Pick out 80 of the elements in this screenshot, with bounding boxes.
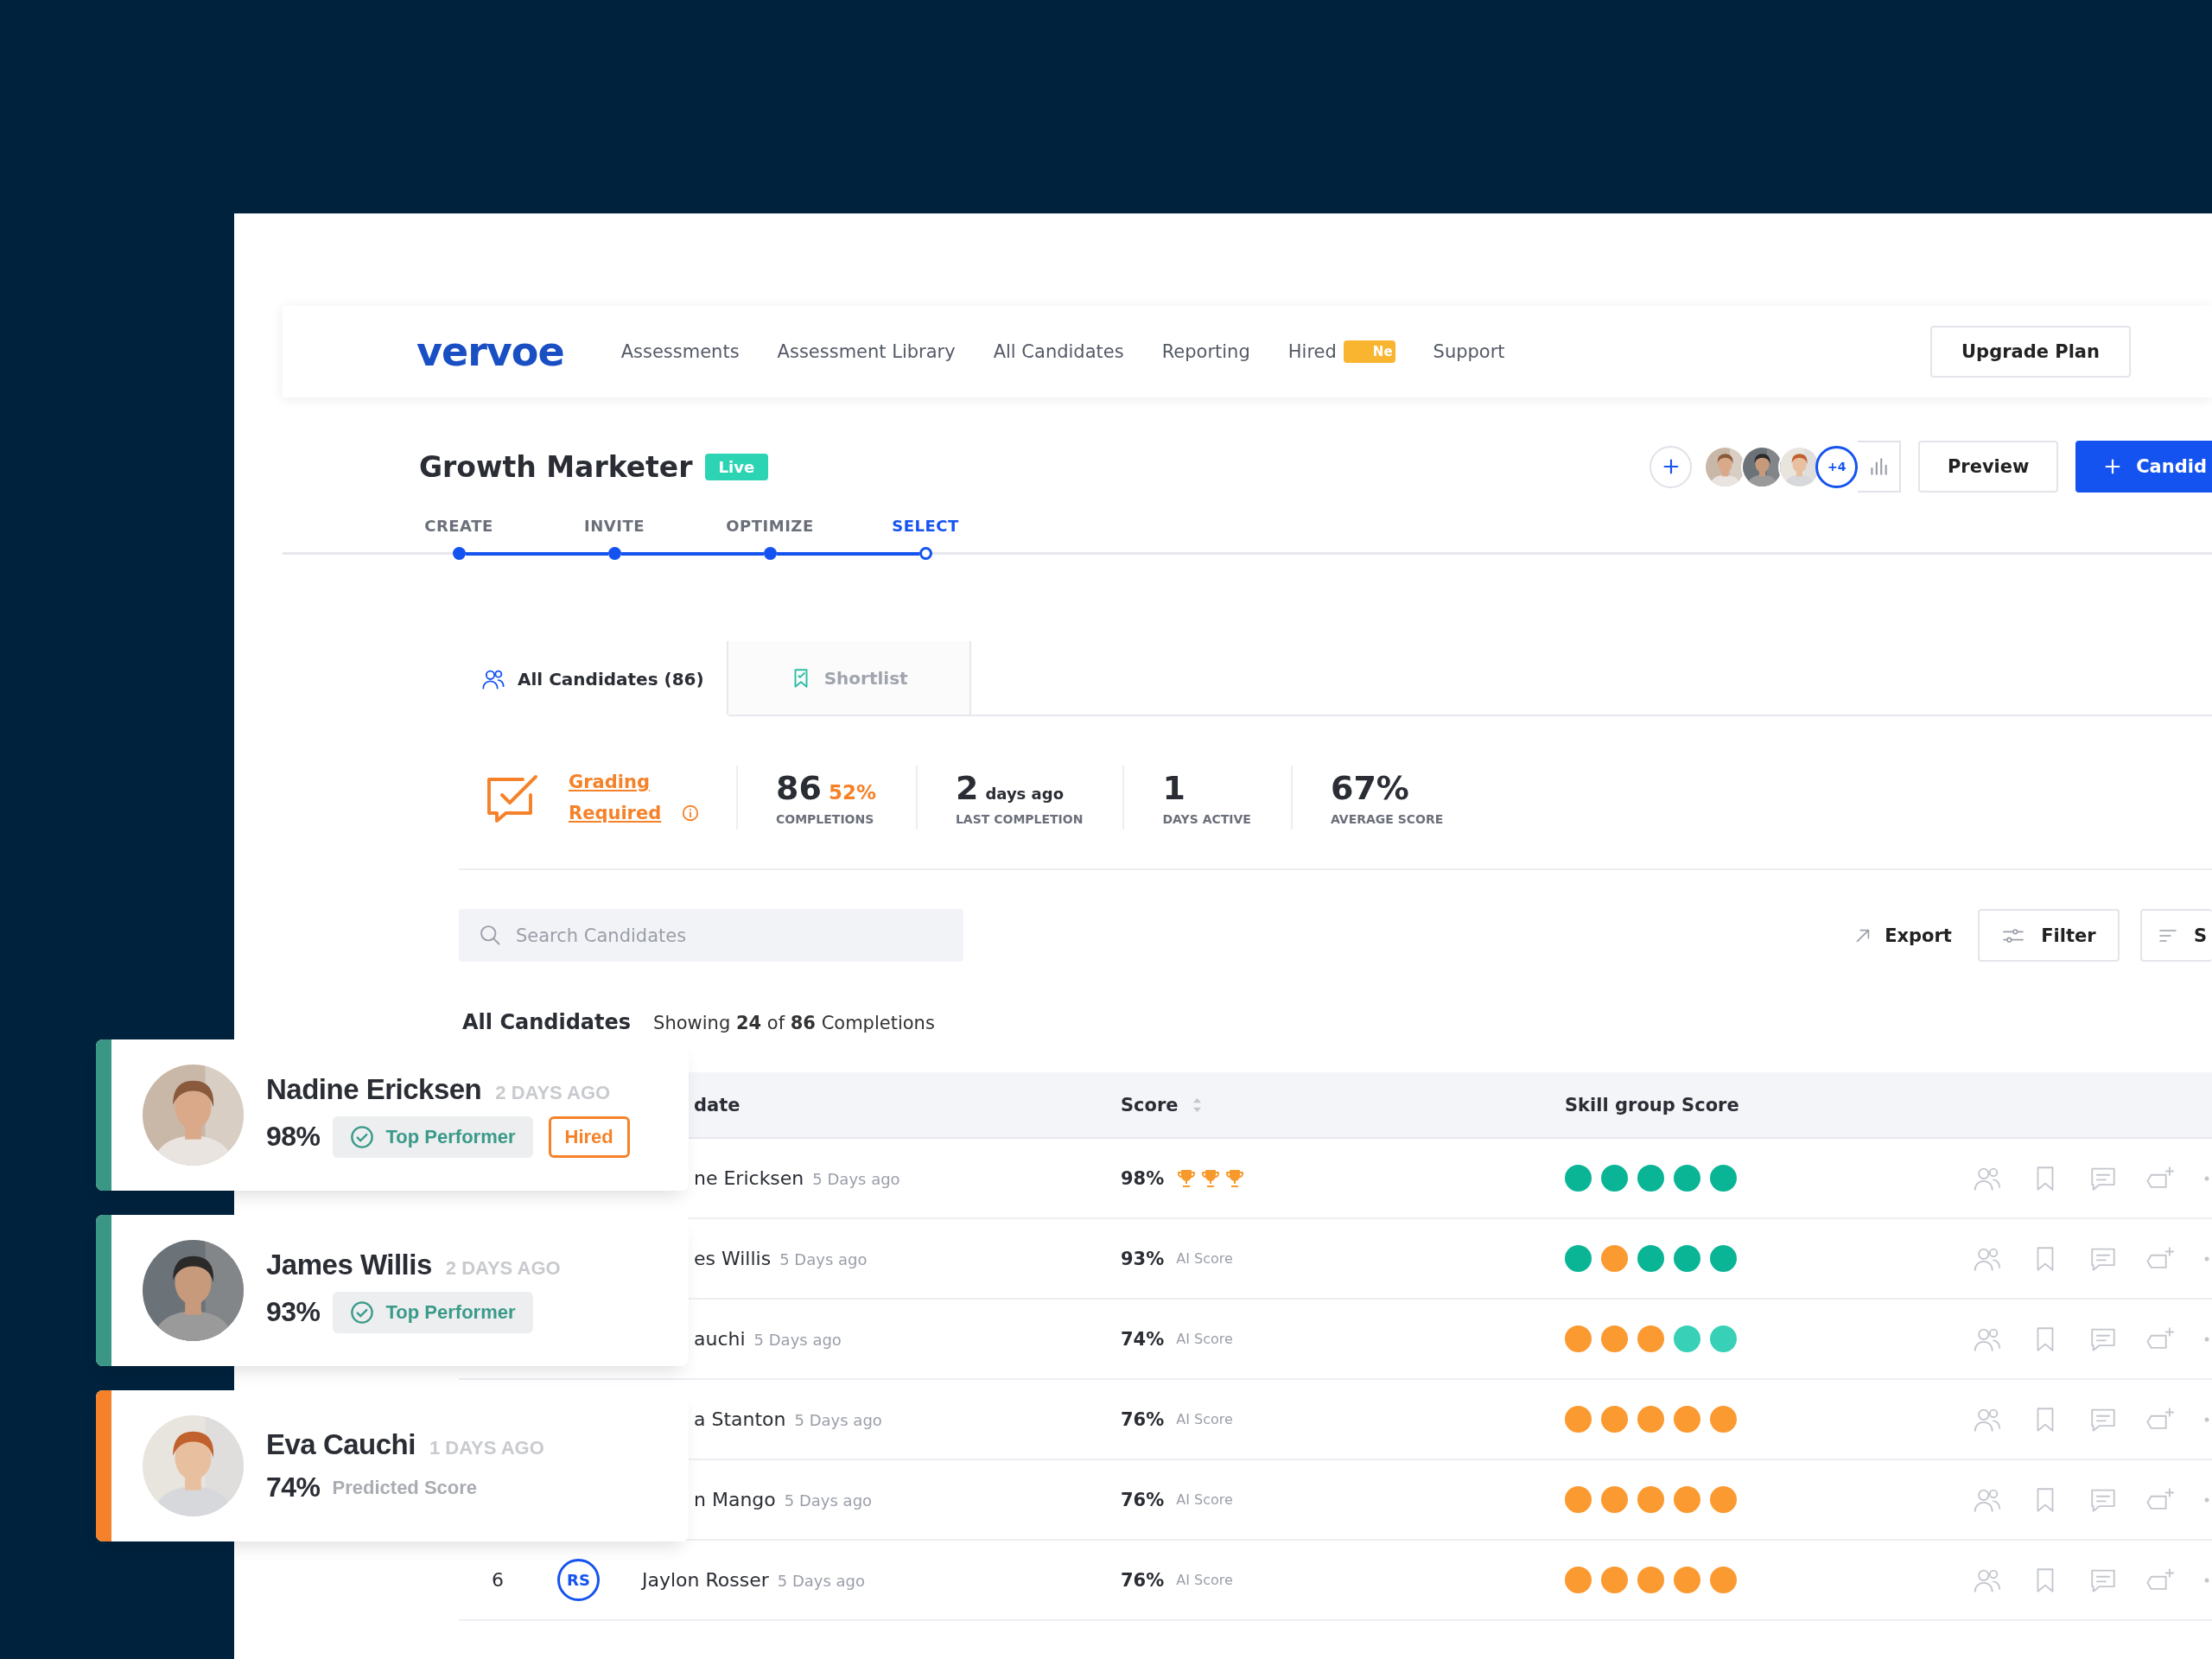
trophy-icon <box>1224 1167 1246 1189</box>
score-value: 76% <box>1121 1569 1165 1591</box>
step-label[interactable]: SELECT <box>892 517 959 535</box>
step-label[interactable]: CREATE <box>424 517 493 535</box>
preview-button[interactable]: Preview <box>1918 441 2059 493</box>
nav-link[interactable]: Reporting <box>1161 341 1250 362</box>
analytics-button[interactable] <box>1858 441 1902 493</box>
stat-label: DAYS ACTIVE <box>1162 812 1251 826</box>
section-title: All Candidates <box>462 1010 632 1034</box>
score-value: 93% <box>1121 1248 1165 1269</box>
step-label[interactable]: INVITE <box>584 517 645 535</box>
score-value: 76% <box>1121 1408 1165 1430</box>
trophy-icon <box>1200 1167 1222 1189</box>
score-value: 98% <box>266 1121 321 1153</box>
score-value: 74% <box>1121 1328 1165 1350</box>
top-performer-badge: Top Performer <box>332 1116 533 1158</box>
stat-value: 1 <box>1162 769 1185 807</box>
check-circle-icon <box>349 1124 374 1149</box>
candidate-name: James Willis <box>266 1248 432 1281</box>
check-circle-icon <box>349 1300 374 1325</box>
completion-time: 5 Days ago <box>812 1170 900 1188</box>
candidate-name[interactable]: Jaylon Rosser <box>642 1569 769 1591</box>
info-icon[interactable] <box>681 804 700 823</box>
search-field[interactable]: Search Candidates <box>459 909 963 962</box>
trophy-icon <box>1176 1167 1198 1189</box>
status-badge: Live <box>704 453 769 480</box>
results-count: Showing 24 of 86 Completions <box>653 1013 935 1033</box>
score-type: AI Score <box>1176 1491 1233 1508</box>
add-candidate-button[interactable]: Candid <box>2075 441 2212 493</box>
top-performer-badge: Top Performer <box>332 1291 533 1333</box>
candidate-name: Eva Cauchi <box>266 1428 416 1461</box>
column-header[interactable]: Score <box>1121 1094 1179 1116</box>
score-type: AI Score <box>1176 1331 1233 1347</box>
score-type: AI Score <box>1176 1411 1233 1427</box>
column-header[interactable]: Skill group Score <box>1565 1094 1739 1116</box>
stat-label: AVERAGE SCORE <box>1330 812 1444 826</box>
completion-time: 5 Days ago <box>779 1250 868 1268</box>
stat-label: LAST COMPLETION <box>955 812 1084 826</box>
upgrade-plan-button[interactable]: Upgrade Plan <box>1930 326 2131 378</box>
export-button[interactable]: Export <box>1848 924 1957 947</box>
stat-value: 86 <box>776 769 822 807</box>
more-members-badge[interactable]: +4 <box>1815 445 1859 488</box>
new-badge: Ne <box>1343 340 1395 363</box>
score-value: 93% <box>266 1296 321 1328</box>
candidate-name[interactable]: a Stanton <box>694 1408 786 1430</box>
candidate-name[interactable]: es Willis <box>694 1248 772 1269</box>
completion-time: 5 Days ago <box>753 1331 842 1349</box>
nav-link[interactable]: Assessments <box>620 341 740 362</box>
assessment-title: Growth Marketer <box>419 449 693 484</box>
step-label[interactable]: OPTIMIZE <box>726 517 814 535</box>
stat-percent: 52% <box>828 781 876 804</box>
candidate-name[interactable]: auchi <box>694 1328 746 1350</box>
predicted-score-label: Predicted Score <box>332 1476 478 1499</box>
score-value: 74% <box>266 1471 321 1503</box>
stat-label: COMPLETIONS <box>776 812 875 826</box>
nav-link[interactable]: Support <box>1433 341 1505 362</box>
logo[interactable]: vervoe <box>416 328 564 375</box>
stat-value: 2 <box>955 769 979 807</box>
row-number: 6 <box>492 1569 504 1591</box>
candidate-name: Nadine Ericksen <box>266 1072 482 1106</box>
completion-time: 5 Days ago <box>794 1411 882 1429</box>
sort-button[interactable]: S <box>2139 909 2212 962</box>
filter-button[interactable]: Filter <box>1977 909 2120 962</box>
hired-badge: Hired <box>548 1116 630 1158</box>
stat-unit: days ago <box>985 785 1064 803</box>
score-value: 76% <box>1121 1489 1165 1510</box>
candidate-name[interactable]: ne Ericksen <box>694 1167 804 1189</box>
nav-link[interactable]: All Candidates <box>993 341 1124 362</box>
nav-link[interactable]: Assessment Library <box>777 341 956 362</box>
column-header[interactable]: date <box>694 1094 741 1116</box>
sort-icon[interactable] <box>1192 1096 1202 1113</box>
completion-time: 5 Days ago <box>784 1491 873 1510</box>
nav-link[interactable]: Hired <box>1287 341 1337 362</box>
score-type: AI Score <box>1176 1572 1233 1588</box>
initials-avatar: RS <box>557 1559 600 1601</box>
score-value: 98% <box>1121 1167 1165 1189</box>
candidate-name[interactable]: n Mango <box>694 1489 776 1510</box>
stat-value: 67% <box>1330 769 1409 807</box>
score-type: AI Score <box>1176 1250 1233 1267</box>
completion-time: 5 Days ago <box>777 1572 866 1590</box>
